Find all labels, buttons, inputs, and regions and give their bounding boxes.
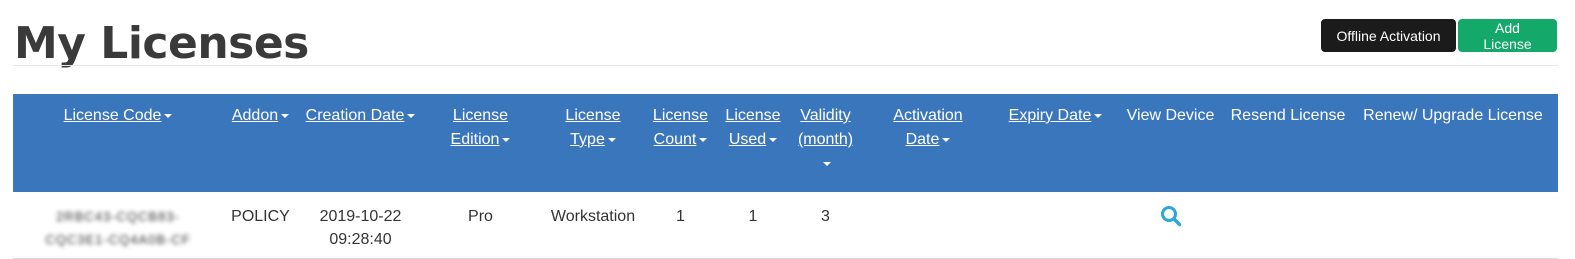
type-cell: Workstation bbox=[538, 192, 648, 259]
column-header-license-code[interactable]: License Code bbox=[13, 94, 223, 192]
caret-down-icon bbox=[164, 113, 173, 118]
activation-date-cell bbox=[858, 192, 998, 259]
sort-activation-date-link[interactable]: Activation Date bbox=[893, 107, 962, 148]
sort-license-count-link[interactable]: License Count bbox=[653, 107, 708, 148]
sort-license-type-link[interactable]: License Type bbox=[565, 107, 620, 148]
column-header-license-used[interactable]: License Used bbox=[713, 94, 793, 192]
caret-down-icon bbox=[769, 137, 778, 142]
column-header-license-type[interactable]: License Type bbox=[538, 94, 648, 192]
column-header-resend-license: Resend License bbox=[1228, 94, 1348, 192]
table-row: 2RBC43-CQCB83- CQC3E1-CQ4A0B-CF POLICY 2… bbox=[13, 192, 1558, 259]
column-header-view-device: View Device bbox=[1113, 94, 1228, 192]
column-header-addon[interactable]: Addon bbox=[223, 94, 298, 192]
search-icon[interactable] bbox=[1160, 205, 1182, 227]
caret-down-icon bbox=[823, 161, 831, 166]
table-header-row: License Code Addon Creation Date License… bbox=[13, 94, 1558, 192]
count-cell: 1 bbox=[648, 192, 713, 259]
resend-license-cell bbox=[1228, 192, 1348, 259]
caret-down-icon bbox=[607, 137, 616, 142]
column-header-activation-date[interactable]: Activation Date bbox=[858, 94, 998, 192]
addon-cell: POLICY bbox=[223, 192, 298, 259]
used-cell: 1 bbox=[713, 192, 793, 259]
column-header-license-count[interactable]: License Count bbox=[648, 94, 713, 192]
caret-down-icon bbox=[1094, 113, 1103, 118]
column-header-expiry-date[interactable]: Expiry Date bbox=[998, 94, 1113, 192]
sort-addon-link[interactable]: Addon bbox=[232, 107, 278, 124]
expiry-date-cell bbox=[998, 192, 1113, 259]
caret-down-icon bbox=[407, 113, 416, 118]
caret-down-icon bbox=[502, 137, 511, 142]
creation-date-cell: 2019-10-22 09:28:40 bbox=[298, 192, 423, 259]
validity-cell: 3 bbox=[793, 192, 858, 259]
title-divider bbox=[13, 65, 1558, 66]
sort-creation-date-link[interactable]: Creation Date bbox=[306, 107, 405, 124]
sort-validity-link[interactable]: Validity (month) bbox=[798, 107, 853, 148]
sort-license-code-link[interactable]: License Code bbox=[64, 107, 162, 124]
caret-down-icon bbox=[942, 137, 951, 142]
caret-down-icon bbox=[281, 113, 290, 118]
column-header-renew-upgrade: Renew/ Upgrade License bbox=[1348, 94, 1558, 192]
sort-expiry-date-link[interactable]: Expiry Date bbox=[1009, 107, 1092, 124]
sort-license-edition-link[interactable]: License Edition bbox=[451, 107, 509, 148]
column-header-creation-date[interactable]: Creation Date bbox=[298, 94, 423, 192]
add-license-button[interactable]: Add License bbox=[1458, 19, 1557, 52]
column-header-validity[interactable]: Validity (month) bbox=[793, 94, 858, 192]
column-header-license-edition[interactable]: License Edition bbox=[423, 94, 538, 192]
licenses-table: License Code Addon Creation Date License… bbox=[13, 94, 1558, 259]
offline-activation-button[interactable]: Offline Activation bbox=[1321, 19, 1456, 52]
caret-down-icon bbox=[699, 137, 708, 142]
view-device-cell bbox=[1113, 192, 1228, 259]
edition-cell: Pro bbox=[423, 192, 538, 259]
renew-upgrade-cell bbox=[1348, 192, 1558, 259]
sort-license-used-link[interactable]: License Used bbox=[725, 107, 780, 148]
license-code-cell: 2RBC43-CQCB83- CQC3E1-CQ4A0B-CF bbox=[13, 192, 223, 259]
